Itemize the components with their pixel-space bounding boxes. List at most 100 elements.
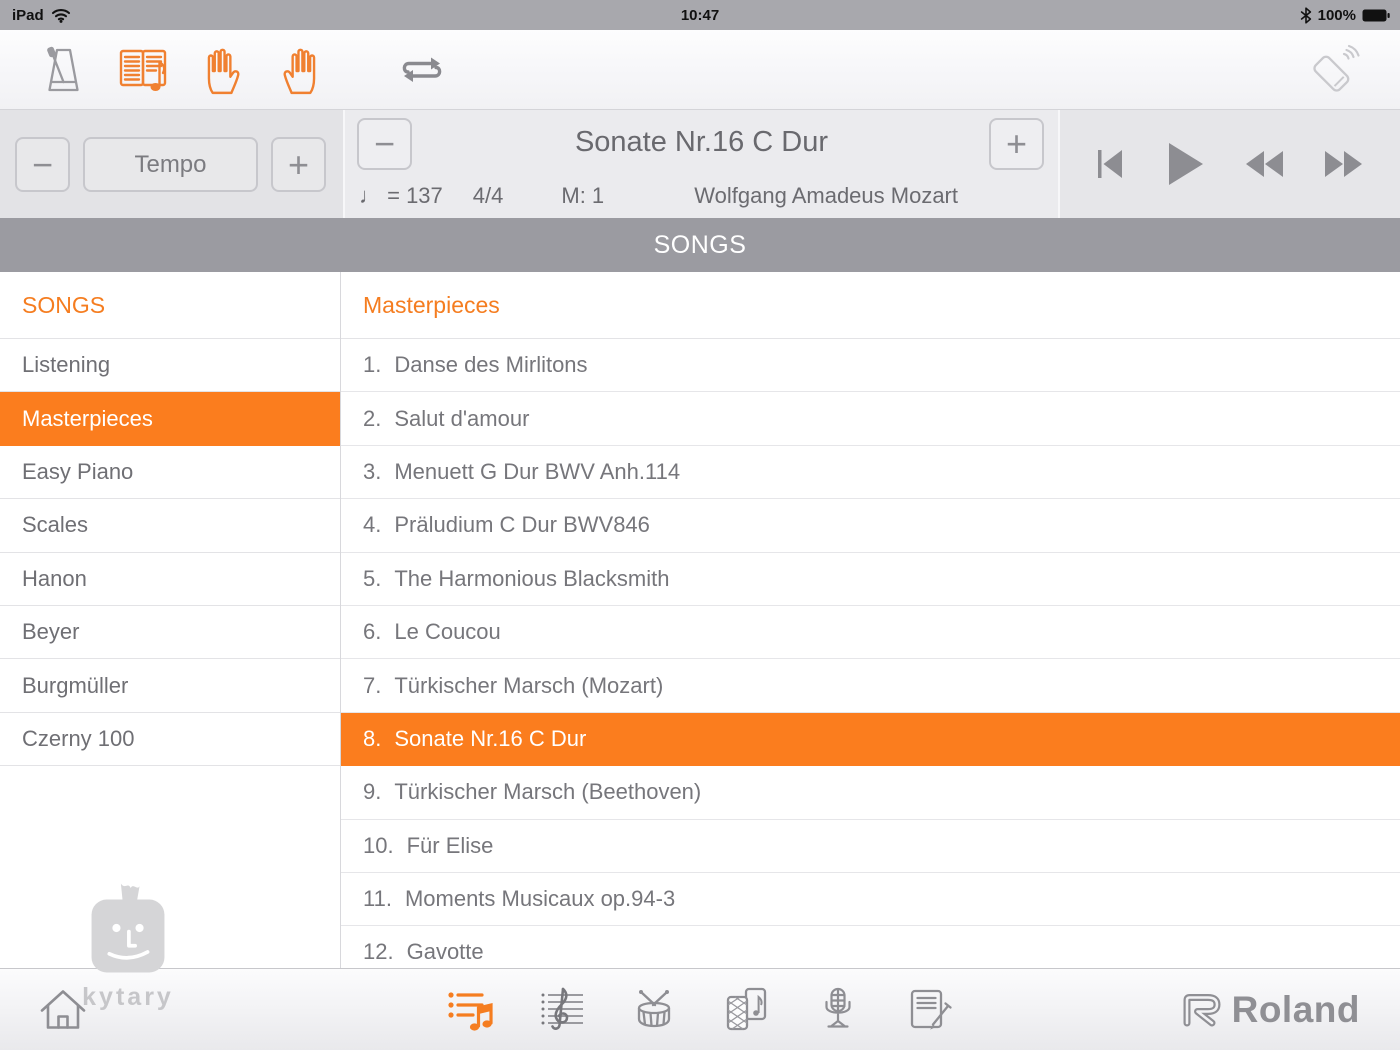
- play-button[interactable]: [1164, 141, 1206, 187]
- drum-icon: [628, 985, 680, 1035]
- song-number: 2.: [363, 406, 381, 432]
- content-area: SONGS Listening Masterpieces Easy Piano …: [0, 272, 1400, 968]
- song-title: Sonate Nr.16 C Dur: [425, 126, 978, 159]
- diary-tab[interactable]: [904, 985, 956, 1035]
- song-row[interactable]: 7. Türkischer Marsch (Mozart): [341, 659, 1400, 712]
- tempo-minus-button[interactable]: −: [15, 137, 70, 192]
- skip-to-start-icon: [1094, 146, 1128, 182]
- song-row[interactable]: 6. Le Coucou: [341, 606, 1400, 659]
- fast-forward-icon: [1322, 148, 1366, 180]
- song-rows: 1. Danse des Mirlitons 2. Salut d'amour …: [341, 339, 1400, 968]
- right-hand-button[interactable]: [279, 44, 325, 96]
- sidebar-item[interactable]: Czerny 100: [0, 713, 340, 766]
- tempo-panel: − Tempo +: [0, 110, 343, 218]
- repeat-button[interactable]: [396, 50, 448, 90]
- bluetooth-icon: [1300, 7, 1312, 24]
- device-connect-button[interactable]: [1305, 41, 1363, 99]
- song-panel: − Sonate Nr.16 C Dur + ♩ = 137 4/4 M: 1 …: [343, 110, 1060, 218]
- score-icon: [536, 985, 588, 1035]
- song-row[interactable]: 8. Sonate Nr.16 C Dur: [341, 713, 1400, 766]
- sidebar-item[interactable]: Burgmüller: [0, 659, 340, 712]
- skip-to-start-button[interactable]: [1094, 146, 1128, 182]
- song-row[interactable]: 12. Gavotte: [341, 926, 1400, 968]
- roland-brand-label: Roland: [1232, 989, 1360, 1031]
- sidebar-item-label: Beyer: [22, 619, 79, 645]
- sidebar-item-label: Masterpieces: [22, 406, 153, 432]
- sidebar-item[interactable]: Easy Piano: [0, 446, 340, 499]
- song-row[interactable]: 1. Danse des Mirlitons: [341, 339, 1400, 392]
- song-list-header: Masterpieces: [341, 272, 1400, 339]
- song-number: 4.: [363, 512, 381, 538]
- sidebar-item-label: Easy Piano: [22, 459, 133, 485]
- song-prev-button[interactable]: −: [357, 118, 412, 170]
- sidebar-header: SONGS: [0, 272, 340, 339]
- microphone-tab[interactable]: [812, 985, 864, 1035]
- battery-percent: 100%: [1318, 7, 1356, 24]
- metronome-button[interactable]: [37, 42, 89, 98]
- song-row-title: Danse des Mirlitons: [394, 352, 587, 378]
- metronome-icon: [37, 42, 89, 98]
- status-bar: iPad 10:47 100%: [0, 0, 1400, 30]
- drum-tab[interactable]: [628, 985, 680, 1035]
- right-hand-icon: [279, 44, 325, 96]
- sidebar-item-label: Burgmüller: [22, 673, 128, 699]
- device-connect-icon: [1305, 41, 1363, 99]
- song-row-title: Präludium C Dur BWV846: [394, 512, 650, 538]
- status-time: 10:47: [0, 7, 1400, 24]
- songs-banner: SONGS: [0, 218, 1400, 272]
- song-number: 9.: [363, 779, 381, 805]
- song-number: 11.: [363, 886, 392, 912]
- song-number: 7.: [363, 673, 381, 699]
- diary-icon: [904, 985, 956, 1035]
- left-hand-icon: [198, 44, 244, 96]
- song-list-icon: [444, 985, 496, 1035]
- song-row-title: Gavotte: [407, 939, 484, 965]
- song-info-row: ♩ = 137 4/4 M: 1 Wolfgang Amadeus Mozart: [359, 183, 1058, 209]
- song-row[interactable]: 11. Moments Musicaux op.94-3: [341, 873, 1400, 926]
- tempo-plus-button[interactable]: +: [271, 137, 326, 192]
- sidebar-item[interactable]: Scales: [0, 499, 340, 552]
- song-row[interactable]: 4. Präludium C Dur BWV846: [341, 499, 1400, 552]
- flashcards-tab[interactable]: [720, 985, 772, 1035]
- play-icon: [1164, 141, 1206, 187]
- song-next-button[interactable]: +: [989, 118, 1044, 170]
- song-row-title: Moments Musicaux op.94-3: [405, 886, 675, 912]
- song-list-panel: Masterpieces 1. Danse des Mirlitons 2. S…: [341, 272, 1400, 968]
- song-number: 6.: [363, 619, 381, 645]
- song-row-title: Menuett G Dur BWV Anh.114: [394, 459, 680, 485]
- song-number: 5.: [363, 566, 381, 592]
- sidebar-item[interactable]: Listening: [0, 339, 340, 392]
- fast-forward-button[interactable]: [1322, 148, 1366, 180]
- playback-panel: [1060, 110, 1400, 218]
- tempo-button[interactable]: Tempo: [83, 137, 258, 192]
- sidebar-item[interactable]: Hanon: [0, 553, 340, 606]
- category-sidebar: SONGS Listening Masterpieces Easy Piano …: [0, 272, 341, 968]
- top-toolbar: [0, 30, 1400, 110]
- song-row[interactable]: 9. Türkischer Marsch (Beethoven): [341, 766, 1400, 819]
- song-number: 8.: [363, 726, 381, 752]
- home-button[interactable]: [36, 983, 90, 1036]
- song-row-title: Sonate Nr.16 C Dur: [394, 726, 586, 752]
- rewind-button[interactable]: [1242, 148, 1286, 180]
- song-row-title: Für Elise: [407, 833, 494, 859]
- song-row-title: Salut d'amour: [394, 406, 529, 432]
- sidebar-item[interactable]: Masterpieces: [0, 392, 340, 445]
- sheet-music-button[interactable]: [116, 42, 172, 98]
- song-row[interactable]: 5. The Harmonious Blacksmith: [341, 553, 1400, 606]
- score-tab[interactable]: [536, 985, 588, 1035]
- song-list-tab[interactable]: [444, 985, 496, 1035]
- microphone-icon: [812, 985, 864, 1035]
- roland-logo-icon: [1180, 990, 1226, 1030]
- song-number: 3.: [363, 459, 381, 485]
- song-row[interactable]: 3. Menuett G Dur BWV Anh.114: [341, 446, 1400, 499]
- song-row-title: Türkischer Marsch (Mozart): [394, 673, 663, 699]
- left-hand-button[interactable]: [198, 44, 244, 96]
- tempo-value: ♩ = 137: [359, 183, 443, 209]
- song-row[interactable]: 2. Salut d'amour: [341, 392, 1400, 445]
- sidebar-item-label: Czerny 100: [22, 726, 135, 752]
- control-row: − Tempo + − Sonate Nr.16 C Dur + ♩ = 137…: [0, 110, 1400, 218]
- song-row-title: Le Coucou: [394, 619, 500, 645]
- sidebar-item[interactable]: Beyer: [0, 606, 340, 659]
- song-row[interactable]: 10. Für Elise: [341, 820, 1400, 873]
- battery-icon: [1362, 9, 1390, 22]
